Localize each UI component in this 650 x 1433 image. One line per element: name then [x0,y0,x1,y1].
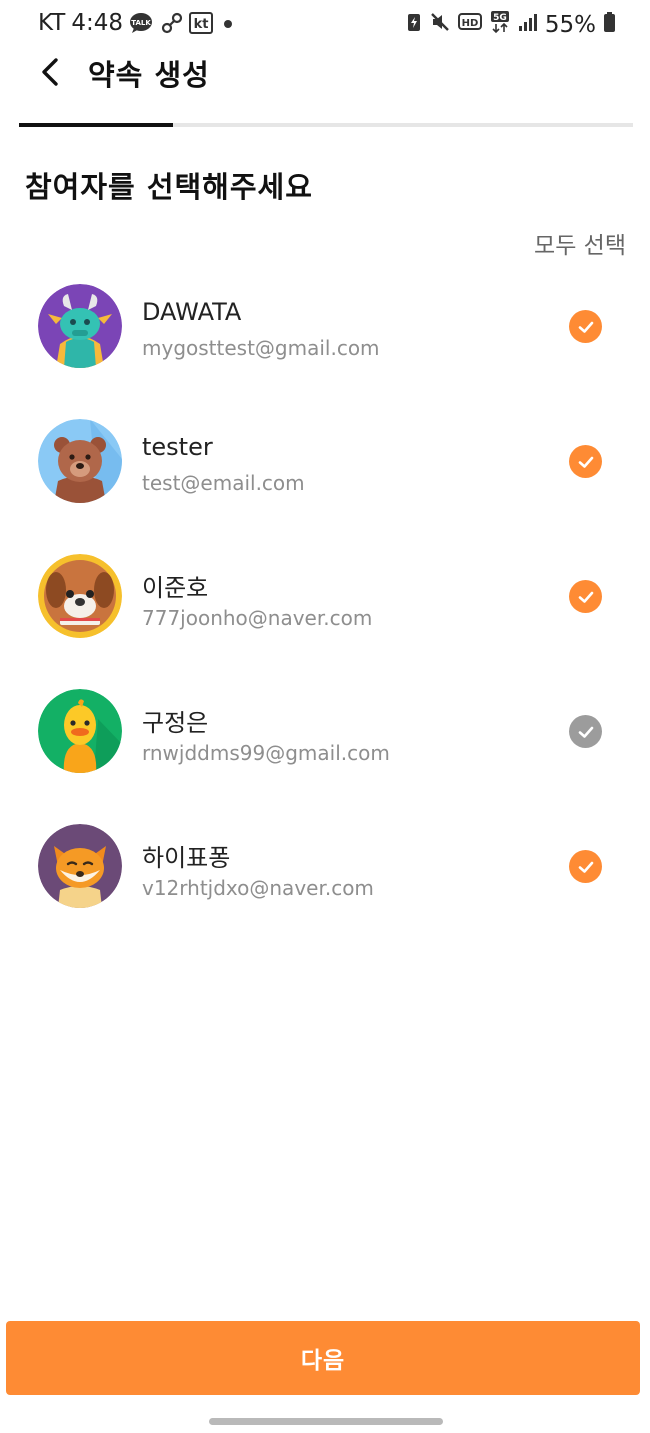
signal-icon [518,12,538,38]
participant-name: 하이표퐁 [142,844,231,872]
notification-dot-icon [219,12,237,34]
clock: 4:48 [71,10,124,36]
check-icon [578,726,593,738]
participant-email: mygosttest@gmail.com [142,336,380,360]
participant-email: 777joonho@naver.com [142,606,373,630]
participant-row[interactable]: DAWATA mygosttest@gmail.com [0,270,650,405]
dog-avatar-icon [38,554,122,638]
home-indicator[interactable] [209,1418,443,1425]
check-icon [578,861,593,873]
participant-row[interactable]: tester test@email.com [0,405,650,540]
participant-check-toggle[interactable] [569,310,602,343]
status-bar: KT 4:48 TALK kt HD 5G 55% [0,0,650,48]
participant-row[interactable]: 이준호 777joonho@naver.com [0,540,650,675]
participant-name: tester [142,433,213,461]
mute-icon [429,11,451,39]
participant-row[interactable]: 하이표퐁 v12rhtjdxo@naver.com [0,810,650,945]
kt-icon: kt [189,12,214,34]
kakaotalk-icon: TALK [129,12,155,34]
check-icon [578,321,593,333]
select-all-button[interactable]: 모두 선택 [534,226,626,260]
back-button[interactable] [30,52,70,92]
chevron-left-icon [42,58,58,86]
carrier-label: KT [38,10,66,36]
battery-saver-icon [406,11,422,39]
bear-avatar-icon [38,419,122,503]
talk-badge-text: TALK [131,19,151,27]
participant-name: 구정은 [142,709,209,737]
network-5g-icon: 5G [489,10,511,40]
participant-name: DAWATA [142,298,242,326]
participant-check-toggle[interactable] [569,850,602,883]
participant-row[interactable]: 구정은 rnwjddms99@gmail.com [0,675,650,810]
participant-check-toggle[interactable] [569,715,602,748]
participant-check-toggle[interactable] [569,445,602,478]
page-title: 약속 생성 [88,58,210,92]
status-left: KT 4:48 TALK kt [38,10,237,36]
step-progress-bar [19,123,633,127]
kt-badge-text: kt [194,17,209,32]
app-header: 약속 생성 [0,48,650,98]
hd-text: HD [462,18,479,29]
check-icon [578,456,593,468]
status-right: HD 5G 55% [406,10,616,40]
duck-avatar-icon [38,689,122,773]
battery-level: 55% [544,12,596,38]
participant-list: DAWATA mygosttest@gmail.com tester test@… [0,270,650,945]
link-icon [161,12,183,34]
section-title: 참여자를 선택해주세요 [25,170,313,204]
check-icon [578,591,593,603]
battery-icon [603,11,616,39]
next-button[interactable]: 다음 [6,1321,640,1395]
participant-name: 이준호 [142,574,209,602]
fox-avatar-icon [38,824,122,908]
network-text: 5G [493,13,507,23]
participant-email: rnwjddms99@gmail.com [142,741,390,765]
participant-email: v12rhtjdxo@naver.com [142,876,374,900]
dragon-avatar-icon [38,284,122,368]
participant-check-toggle[interactable] [569,580,602,613]
participant-email: test@email.com [142,471,305,495]
hd-voice-icon: HD [457,11,482,39]
step-progress-fill [19,123,173,127]
